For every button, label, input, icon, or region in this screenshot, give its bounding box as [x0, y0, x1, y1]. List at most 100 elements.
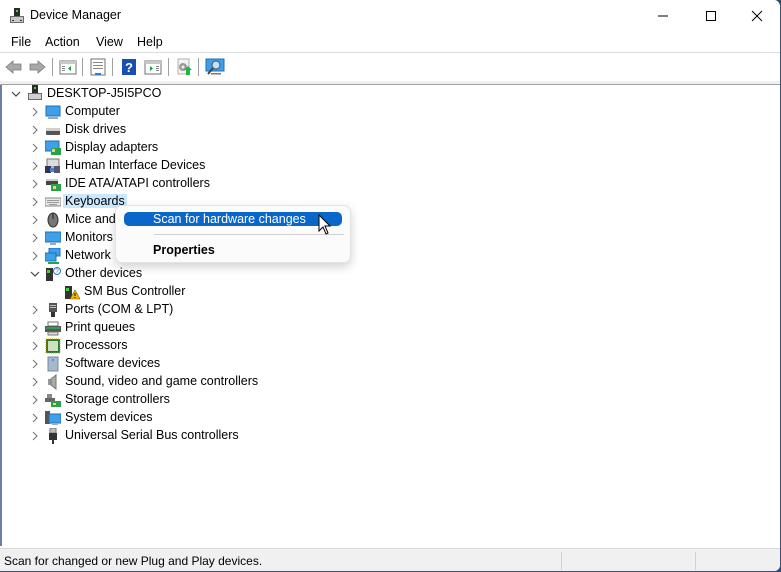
system-device-icon — [45, 411, 61, 425]
tree-item-ide-ata-atapi-controllers[interactable]: IDE ATA/ATAPI controllers — [2, 175, 302, 193]
menu-view[interactable]: View — [96, 35, 123, 49]
tree-item-display-adapters[interactable]: Display adapters — [2, 139, 302, 157]
unknown-device-icon: ? — [46, 267, 61, 281]
maximize-button[interactable] — [688, 0, 734, 32]
chevron-down-icon[interactable] — [30, 269, 40, 279]
action-pane-icon[interactable] — [144, 58, 162, 76]
tree-item-other-devices[interactable]: ? Other devices — [2, 265, 302, 283]
tree-item-label: IDE ATA/ATAPI controllers — [65, 176, 210, 190]
port-icon — [49, 303, 57, 317]
tree-item-computer[interactable]: Computer — [2, 103, 302, 121]
chevron-right-icon[interactable] — [30, 341, 40, 351]
tree-item-label: Universal Serial Bus controllers — [65, 428, 239, 442]
tree-item-sound-video-and-game-controllers[interactable]: Sound, video and game controllers — [2, 373, 302, 391]
tree-item-label: Computer — [65, 104, 120, 118]
usb-icon — [49, 428, 57, 444]
chevron-right-icon[interactable] — [30, 395, 40, 405]
tree-item-sm-bus-controller[interactable]: SM Bus Controller — [2, 283, 302, 301]
chevron-right-icon[interactable] — [30, 305, 40, 315]
tree-item-processors[interactable]: Processors — [2, 337, 302, 355]
forward-arrow-icon[interactable] — [28, 58, 46, 76]
close-button[interactable] — [734, 0, 780, 32]
menu-separator — [154, 234, 344, 235]
tree-item-label: System devices — [65, 410, 153, 424]
chevron-right-icon[interactable] — [30, 161, 40, 171]
tree-item-system-devices[interactable]: System devices — [2, 409, 302, 427]
tree-item-label: Monitors — [65, 230, 113, 244]
chevron-right-icon[interactable] — [30, 179, 40, 189]
device-manager-app-icon — [10, 8, 24, 23]
printer-icon — [45, 321, 61, 336]
menu-action[interactable]: Action — [45, 35, 80, 49]
minimize-button[interactable] — [640, 0, 686, 32]
tree-item-label: Ports (COM & LPT) — [65, 302, 174, 316]
menu-bar: File Action View Help — [0, 32, 780, 52]
storage-controller-icon — [45, 394, 61, 407]
menu-item-scan-for-hardware-changes[interactable]: Scan for hardware changes — [124, 212, 342, 226]
device-manager-window: Device Manager File Action View Help ? D… — [0, 0, 781, 572]
chevron-right-icon[interactable] — [30, 323, 40, 333]
mouse-icon — [47, 212, 59, 228]
status-bar: Scan for changed or new Plug and Play de… — [0, 548, 780, 571]
context-menu: Scan for hardware changes Properties — [115, 205, 351, 263]
chevron-down-icon[interactable] — [11, 89, 21, 99]
menu-item-properties[interactable]: Properties — [153, 243, 215, 257]
title-bar[interactable]: Device Manager — [0, 0, 780, 32]
scan-hardware-icon[interactable] — [205, 58, 225, 76]
chevron-right-icon[interactable] — [30, 431, 40, 441]
back-arrow-icon[interactable] — [5, 58, 23, 76]
tree-item-print-queues[interactable]: Print queues — [2, 319, 302, 337]
speaker-icon — [48, 374, 57, 390]
keyboard-icon — [45, 197, 61, 207]
chevron-right-icon[interactable] — [30, 143, 40, 153]
chevron-right-icon[interactable] — [30, 233, 40, 243]
tree-root[interactable]: DESKTOP-J5I5PCO — [2, 85, 302, 103]
chevron-right-icon[interactable] — [30, 197, 40, 207]
tree-item-storage-controllers[interactable]: Storage controllers — [2, 391, 302, 409]
tree-item-label: Other devices — [65, 266, 143, 280]
processor-icon — [45, 338, 61, 354]
status-divider — [561, 552, 562, 570]
tree-item-label: Network . — [65, 248, 118, 262]
tree-item-ports-com-lpt[interactable]: Ports (COM & LPT) — [2, 301, 302, 319]
toolbar-separator — [52, 58, 53, 76]
ide-controller-icon — [46, 179, 61, 191]
tree-item-label: Sound, video and game controllers — [65, 374, 259, 388]
toolbar: ? — [0, 53, 780, 81]
hid-icon — [45, 158, 60, 173]
tree-item-label: SM Bus Controller — [84, 284, 186, 298]
svg-text:?: ? — [125, 60, 133, 75]
properties-icon[interactable] — [89, 58, 107, 76]
software-device-icon — [47, 356, 59, 372]
tree-item-software-devices[interactable]: Software devices — [2, 355, 302, 373]
chevron-right-icon[interactable] — [30, 377, 40, 387]
chevron-right-icon[interactable] — [30, 125, 40, 135]
console-tree-icon[interactable] — [59, 58, 77, 76]
chevron-right-icon[interactable] — [30, 413, 40, 423]
window-title: Device Manager — [30, 8, 122, 22]
tree-item-label: Processors — [65, 338, 128, 352]
toolbar-separator — [82, 58, 83, 76]
tree-item-disk-drives[interactable]: Disk drives — [2, 121, 302, 139]
tree-item-label: Human Interface Devices — [65, 158, 206, 172]
chevron-right-icon[interactable] — [30, 251, 40, 261]
tree-item-label: Mice and — [65, 212, 116, 226]
device-tree[interactable]: DESKTOP-J5I5PCO Computer Disk drives Displ… — [0, 85, 780, 546]
mouse-cursor-icon — [318, 214, 332, 235]
tree-item-universal-serial-bus-controllers[interactable]: Universal Serial Bus controllers — [2, 427, 302, 445]
tree-item-label: Software devices — [65, 356, 161, 370]
tree-item-label: Display adapters — [65, 140, 159, 154]
menu-help[interactable]: Help — [137, 35, 163, 49]
warning-device-icon — [65, 286, 80, 300]
chevron-right-icon[interactable] — [30, 359, 40, 369]
tree-item-label: Storage controllers — [65, 392, 170, 406]
menu-file[interactable]: File — [11, 35, 31, 49]
monitor-icon — [45, 231, 61, 245]
update-driver-icon[interactable] — [175, 58, 193, 76]
chevron-right-icon[interactable] — [30, 107, 40, 117]
minimize-icon — [658, 15, 668, 17]
chevron-right-icon[interactable] — [30, 215, 40, 225]
tree-item-human-interface-devices[interactable]: Human Interface Devices — [2, 157, 302, 175]
status-text: Scan for changed or new Plug and Play de… — [4, 554, 263, 568]
help-icon[interactable]: ? — [120, 58, 138, 76]
